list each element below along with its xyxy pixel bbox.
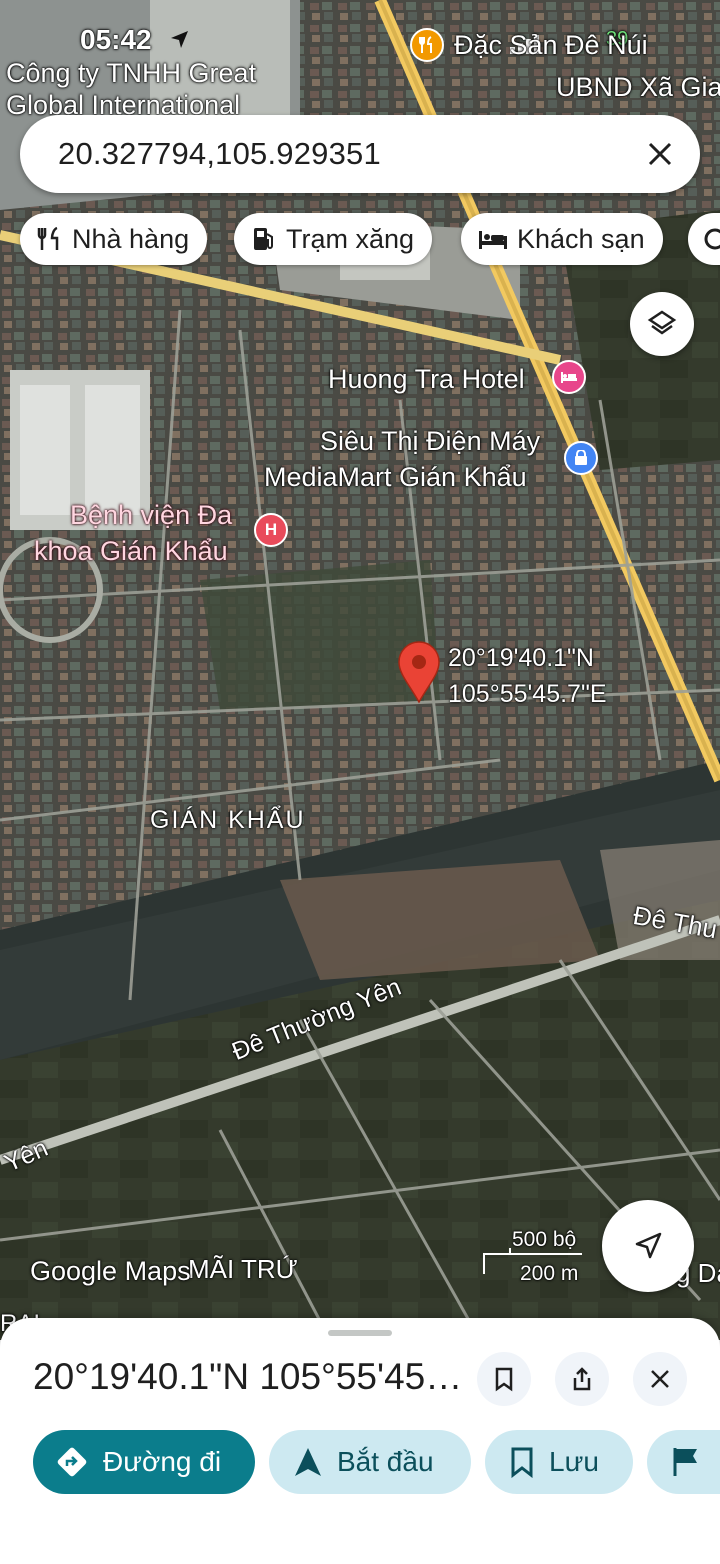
place-sheet[interactable]: 20°19'40.1"N 105°55'45.7"E Đường đi Bắt … [0,1318,720,1564]
clear-search-button[interactable] [640,134,680,174]
share-icon [573,1367,591,1391]
chip-label: Khách sạn [517,223,645,254]
share-button[interactable] [555,1352,609,1406]
directions-icon [57,1447,87,1477]
map-view[interactable]: 05:42 39 Đặc Sản Đê Núi UBND Xã Gia Công… [0,0,720,1340]
directions-label: Đường đi [103,1446,222,1477]
save-label: Lưu [549,1446,599,1477]
hotel-poi-icon[interactable] [552,360,586,394]
shopping-poi-icon[interactable] [564,441,598,475]
chip-label: Trạm xăng [286,223,415,254]
area-label-mai-tru: MÃI TRỨ [188,1254,298,1284]
search-bar[interactable]: 20.327794,105.929351 [20,115,700,193]
search-input[interactable]: 20.327794,105.929351 [58,136,640,172]
poi-label-commune[interactable]: UBND Xã Gia [556,72,720,103]
chip-restaurants[interactable]: Nhà hàng [20,213,208,265]
poi-label-mart-1[interactable]: Siêu Thị Điện Máy [320,426,540,457]
location-pin-icon[interactable] [397,640,441,704]
category-chips: Nhà hàng Trạm xăng Khách sạn [0,213,720,265]
navigation-arrow-icon [635,1232,662,1259]
start-label: Bắt đầu [337,1446,434,1477]
chip-more[interactable] [688,213,720,265]
close-sheet-button[interactable] [633,1352,687,1406]
chip-label: Nhà hàng [72,223,190,254]
layers-icon [647,310,677,335]
flag-icon [673,1448,697,1476]
poi-label-food[interactable]: Đặc Sản Đê Núi [454,30,648,61]
more-actions-button[interactable] [647,1430,720,1494]
bookmark-icon [495,1367,513,1392]
scale-metric: 200 m [520,1262,579,1285]
status-time: 05:42 [80,24,152,55]
start-button[interactable]: Bắt đầu [269,1430,471,1494]
google-maps-attribution: Google Maps [30,1256,191,1286]
area-label: GIÁN KHẨU [150,806,306,834]
location-arrow-icon [171,31,188,48]
poi-label-hospital-2[interactable]: khoa Gián Khẩu [34,536,228,567]
close-icon [648,142,672,166]
map-scale: 500 bộ 200 m [482,1228,592,1288]
directions-button[interactable]: Đường đi [33,1430,255,1494]
more-category-icon [704,228,720,250]
save-place-button[interactable] [477,1352,531,1406]
hotel-icon [479,231,507,249]
poi-label-hotel[interactable]: Huong Tra Hotel [328,364,525,395]
place-title: 20°19'40.1"N 105°55'45.7"E [33,1356,463,1397]
close-icon [651,1370,669,1388]
chip-hotels[interactable]: Khách sạn [461,213,663,265]
poi-label-company-1[interactable]: Công ty TNHH Great [6,58,256,89]
sheet-drag-handle[interactable] [328,1330,392,1336]
chip-gas-stations[interactable]: Trạm xăng [234,213,433,265]
layers-button[interactable] [630,292,694,356]
navigation-arrow-icon [295,1448,321,1476]
restaurant-poi-icon[interactable] [410,28,444,62]
poi-label-hospital-1[interactable]: Bệnh viện Đa [70,500,232,531]
hospital-poi-icon[interactable]: H [254,513,288,547]
restaurant-icon [37,226,59,250]
pin-longitude-label: 105°55'45.7"E [448,680,607,708]
satellite-imagery [0,0,720,1340]
my-location-button[interactable] [602,1200,694,1292]
poi-label-mart-2[interactable]: MediaMart Gián Khẩu [264,462,527,493]
bookmark-icon [511,1447,533,1478]
pin-latitude-label: 20°19'40.1"N [448,644,594,672]
gas-station-icon [254,228,273,250]
save-button[interactable]: Lưu [485,1430,633,1494]
